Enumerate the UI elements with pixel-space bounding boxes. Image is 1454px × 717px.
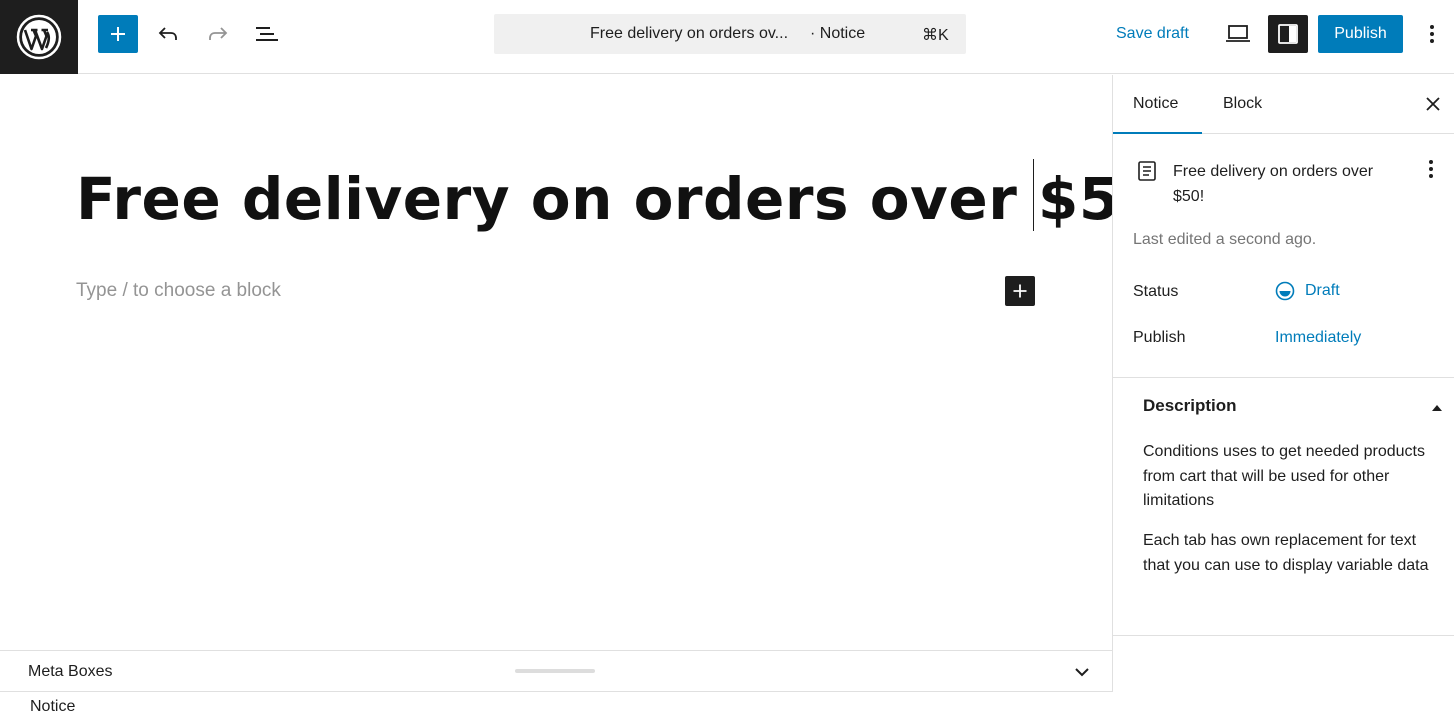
add-block-button[interactable] — [1005, 276, 1035, 306]
command-bar-post-type: · Notice — [810, 25, 866, 42]
meta-boxes-bar: Meta Boxes — [0, 650, 1112, 692]
sidebar-toggle-icon — [1278, 24, 1298, 44]
status-label: Status — [1133, 283, 1179, 300]
more-vertical-icon — [1430, 25, 1434, 43]
description-paragraph: Each tab has own replacement for text th… — [1143, 532, 1429, 574]
description-heading[interactable]: Description — [1143, 396, 1237, 416]
tab-block[interactable]: Block — [1203, 75, 1282, 133]
command-palette-bar[interactable]: Free delivery on orders ov... · Notice ⌘… — [494, 14, 966, 54]
wordpress-logo-icon[interactable] — [0, 0, 78, 74]
publish-date-button[interactable]: Immediately — [1275, 329, 1361, 347]
status-toggle-button[interactable]: Draft — [1275, 281, 1340, 301]
description-panel: Description Conditions uses to get neede… — [1113, 378, 1454, 636]
desktop-view-icon — [1226, 25, 1250, 42]
last-edited-text: Last edited a second ago. — [1133, 231, 1317, 248]
status-value: Draft — [1305, 282, 1340, 299]
sidebar-tabs: Notice Block — [1113, 75, 1454, 134]
editor-header: Free delivery on orders ov... · Notice ⌘… — [0, 0, 1454, 74]
close-sidebar-button[interactable] — [1421, 92, 1445, 116]
description-collapse-button[interactable] — [1427, 398, 1447, 418]
document-overview-button[interactable] — [247, 15, 287, 53]
summary-post-title: Free delivery on orders over $50! — [1173, 163, 1374, 205]
post-actions-button[interactable] — [1419, 157, 1443, 181]
settings-sidebar-toggle[interactable] — [1268, 15, 1308, 53]
save-draft-button[interactable]: Save draft — [1108, 15, 1197, 53]
default-block-appender[interactable]: Type / to choose a block — [76, 280, 281, 302]
publish-label: Publish — [1133, 329, 1186, 346]
undo-button[interactable] — [148, 15, 188, 53]
meta-boxes-label: Meta Boxes — [28, 663, 113, 680]
plus-icon — [111, 27, 125, 41]
undo-icon — [158, 27, 177, 40]
tab-notice[interactable]: Notice — [1113, 75, 1202, 134]
document-overview-icon — [256, 27, 278, 41]
close-icon — [1426, 97, 1440, 111]
document-icon — [1138, 161, 1156, 181]
editor-canvas: Free delivery on orders over $50! Type /… — [0, 75, 1187, 650]
command-bar-shortcut: ⌘K — [922, 27, 949, 44]
publish-button[interactable]: Publish — [1318, 15, 1403, 53]
meta-boxes-resize-handle[interactable] — [515, 669, 595, 673]
draft-status-icon — [1275, 281, 1295, 301]
plus-icon — [1013, 284, 1027, 298]
command-bar-title: Free delivery on orders ov... — [590, 25, 789, 42]
meta-boxes-toggle-button[interactable] — [1068, 659, 1096, 685]
options-menu-button[interactable] — [1414, 15, 1450, 53]
more-vertical-icon — [1429, 160, 1433, 178]
view-button[interactable] — [1218, 15, 1258, 53]
block-inserter-button[interactable] — [98, 15, 138, 53]
settings-sidebar: Notice Block Free delivery on orders ove… — [1112, 75, 1454, 692]
meta-box-notice-label: Notice — [30, 698, 76, 715]
chevron-down-icon — [1075, 668, 1089, 677]
redo-button[interactable] — [198, 15, 238, 53]
text-caret — [1033, 159, 1034, 231]
description-paragraph: Conditions uses to get needed products f… — [1143, 443, 1425, 509]
post-title-input[interactable]: Free delivery on orders over $50! — [76, 165, 1188, 233]
caret-up-icon — [1432, 405, 1442, 411]
redo-icon — [209, 27, 228, 40]
post-summary-panel: Free delivery on orders over $50! Last e… — [1113, 135, 1454, 378]
